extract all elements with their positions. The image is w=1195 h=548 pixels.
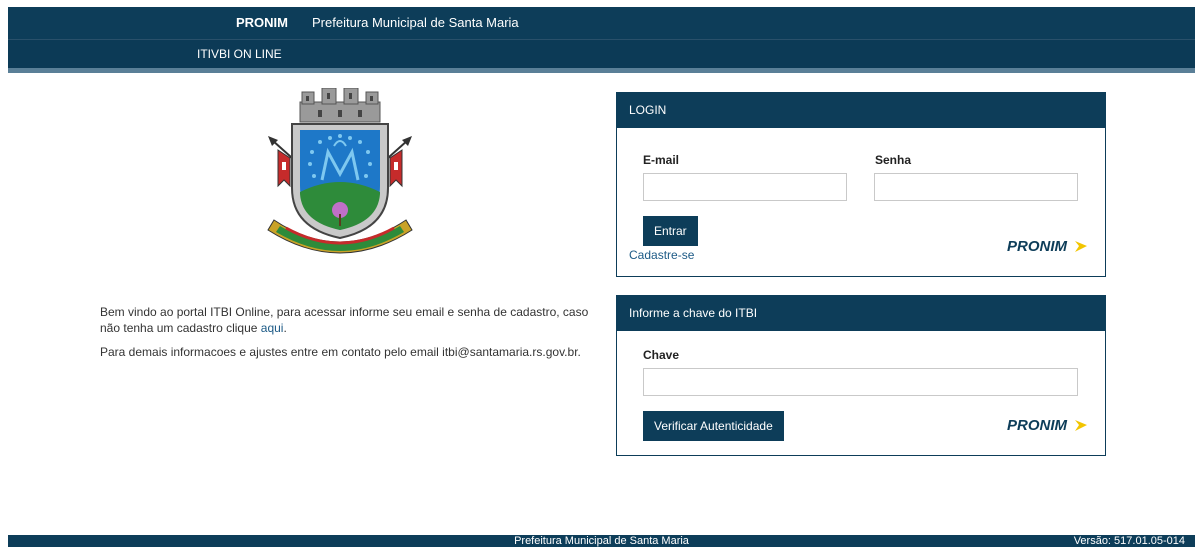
itbi-key-field[interactable] — [643, 368, 1078, 396]
top-header: PRONIM Prefeitura Municipal de Santa Mar… — [8, 7, 1195, 39]
nav-divider — [8, 68, 1195, 73]
municipal-crest-icon — [267, 88, 413, 254]
svg-text:PRONIM: PRONIM — [1007, 238, 1068, 255]
pronim-logo-icon: PRONIM — [1007, 417, 1087, 434]
brand-name: PRONIM — [236, 15, 288, 30]
key-label: Chave — [643, 348, 680, 362]
itbi-key-panel-title: Informe a chave do ITBI — [617, 296, 1105, 331]
intro-paragraph-1: Bem vindo ao portal ITBI Online, para ac… — [100, 304, 590, 336]
footer: Prefeitura Municipal de Santa Maria Vers… — [8, 535, 1195, 547]
itbi-key-panel: Informe a chave do ITBI Chave Verificar … — [616, 295, 1106, 456]
register-here-link[interactable]: aqui — [261, 321, 284, 335]
nav-item-itbi-online[interactable]: ITIVBI ON LINE — [197, 40, 282, 69]
register-link[interactable]: Cadastre-se — [629, 248, 694, 262]
login-panel-title: LOGIN — [617, 93, 1105, 128]
intro-text: Bem vindo ao portal ITBI Online, para ac… — [100, 304, 590, 368]
intro-paragraph-2: Para demais informacoes e ajustes entre … — [100, 345, 581, 359]
footer-organization: Prefeitura Municipal de Santa Maria — [514, 535, 689, 547]
footer-version: Versão: 517.01.05-014 — [1073, 535, 1185, 547]
pronim-logo-icon: PRONIM — [1007, 238, 1087, 255]
verify-button[interactable]: Verificar Autenticidade — [643, 411, 784, 441]
email-field[interactable] — [643, 173, 847, 201]
login-panel: LOGIN E-mail Senha Entrar Cadastre-se PR… — [616, 92, 1106, 277]
svg-text:PRONIM: PRONIM — [1007, 417, 1068, 434]
organization-name: Prefeitura Municipal de Santa Maria — [312, 15, 519, 30]
intro-text-1-end: . — [283, 321, 287, 335]
password-field[interactable] — [874, 173, 1078, 201]
email-label: E-mail — [643, 153, 680, 167]
main-nav: ITIVBI ON LINE — [8, 39, 1195, 69]
password-label: Senha — [875, 153, 912, 167]
intro-text-1: Bem vindo ao portal ITBI Online, para ac… — [100, 305, 589, 335]
login-button[interactable]: Entrar — [643, 216, 698, 246]
